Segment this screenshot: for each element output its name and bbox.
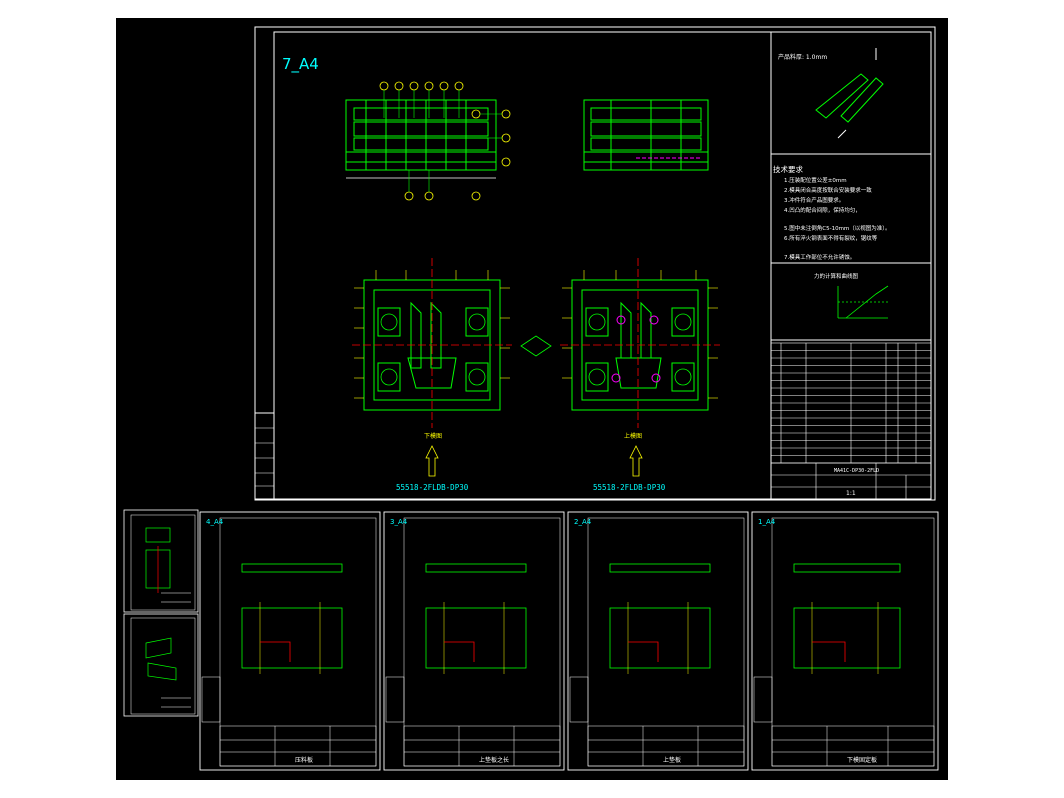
- part-plan: [609, 607, 711, 669]
- main-sheet: 7_A4 产品料厚: 1.0mm 技术要求 1.压装配位置公差±0mm 2.模具…: [254, 26, 936, 501]
- side-section-view: [583, 99, 709, 171]
- sub-sheet-title: 压料板: [295, 756, 313, 764]
- sub-sheet-inner-border: [403, 517, 561, 767]
- bom-table: [770, 342, 932, 464]
- direction-arrow-icon: [425, 445, 439, 477]
- sub-sheet-id: 2_A4: [574, 518, 592, 526]
- mini-sheet-bottom: [123, 613, 199, 717]
- sub-sheet: 2_A4 上垫板: [567, 511, 749, 771]
- tech-item: 6.所有淬火钢表面不得有裂纹，锯纹等: [784, 234, 878, 242]
- sub-sheet-side-strip: [201, 676, 221, 723]
- part-plan: [241, 607, 343, 669]
- front-section-view: [345, 99, 497, 179]
- part-elevation: [241, 563, 343, 573]
- sub-sheet-side-strip: [569, 676, 589, 723]
- upper-part-no: 55518-2FLDB-DP30: [593, 483, 666, 492]
- sub-sheet-side-strip: [385, 676, 405, 723]
- flip-arrow-icon: [520, 335, 552, 357]
- direction-arrow-icon: [629, 445, 643, 477]
- cut-line: [444, 641, 475, 662]
- mini-sheet-top: [123, 509, 199, 613]
- sub-sheet-inner-border: [587, 517, 745, 767]
- drawing-sheet: 7_A4 产品料厚: 1.0mm 技术要求 1.压装配位置公差±0mm 2.模具…: [123, 26, 939, 771]
- sub-sheet-side-strip: [753, 676, 773, 723]
- tech-requirements: 技术要求 1.压装配位置公差±0mm 2.模具闭合高度按联合安装要求一致 3.冲…: [773, 164, 891, 261]
- cut-line: [260, 641, 291, 662]
- sub-sheet-border: [567, 511, 749, 771]
- sub-sheet: 4_A4 压料板: [199, 511, 381, 771]
- sheet-id: 7_A4: [282, 55, 319, 74]
- sub-sheet-inner-border: [771, 517, 935, 767]
- cad-canvas: 7_A4 产品料厚: 1.0mm 技术要求 1.压装配位置公差±0mm 2.模具…: [116, 18, 948, 780]
- title-block-no: MA41C-DP30-2FLD: [834, 468, 879, 474]
- sub-sheet-border: [751, 511, 939, 771]
- part-plan: [425, 607, 527, 669]
- cut-line: [812, 641, 846, 662]
- sub-sheet-inner-border: [219, 517, 377, 767]
- tech-item: 5.图中未注倒角C5-10mm（以视图为准）。: [784, 224, 891, 232]
- tech-heading: 技术要求: [773, 164, 803, 174]
- product-sketch: [815, 48, 884, 139]
- part-elevation: [425, 563, 527, 573]
- force-curve-chart: [837, 285, 889, 319]
- sub-sheet-title: 上垫板之长: [479, 756, 509, 764]
- cut-line: [628, 641, 659, 662]
- sub-sheet: 1_A4 下模固定板: [751, 511, 939, 771]
- sub-sheet-id: 4_A4: [206, 518, 224, 526]
- sub-sheet-border: [199, 511, 381, 771]
- tech-item: 3.冲件符合产品图要求。: [784, 196, 844, 204]
- sub-sheet-border: [383, 511, 565, 771]
- lower-view-label: 下模图: [424, 432, 442, 440]
- sub-sheet-title: 上垫板: [663, 756, 681, 764]
- sub-sheet: 3_A4 上垫板之长: [383, 511, 565, 771]
- tech-item: 2.模具闭合高度按联合安装要求一致: [784, 186, 872, 194]
- sub-sheet-id: 3_A4: [390, 518, 408, 526]
- part-elevation: [793, 563, 901, 573]
- tech-item: 1.压装配位置公差±0mm: [784, 176, 847, 184]
- tech-item: 4.凹凸的配合间隙，保持均匀，: [784, 206, 861, 214]
- sub-sheet-row: 4_A4 压料板 3_A4 上垫板之长 2_A4 上垫板 1_A4 下模固定板: [199, 511, 939, 771]
- lower-die-plan-view: 下模图 55518-2FLDB-DP30: [352, 258, 512, 492]
- tech-item: 7.模具工作部位不允许锈蚀。: [784, 253, 855, 261]
- lower-part-no: 55518-2FLDB-DP30: [396, 483, 469, 492]
- part-elevation: [609, 563, 711, 573]
- product-thickness: 产品料厚: 1.0mm: [778, 53, 827, 61]
- part-plan: [793, 607, 901, 669]
- sub-sheet-id: 1_A4: [758, 518, 776, 526]
- upper-view-label: 上模图: [624, 432, 642, 440]
- upper-die-plan-view: 上模图 55518-2FLDB-DP30: [560, 258, 720, 492]
- title-block-scale: 1:1: [846, 490, 856, 497]
- sub-sheet-title: 下模固定板: [847, 756, 877, 764]
- force-curve-label: 力的计算和曲线图: [814, 272, 859, 280]
